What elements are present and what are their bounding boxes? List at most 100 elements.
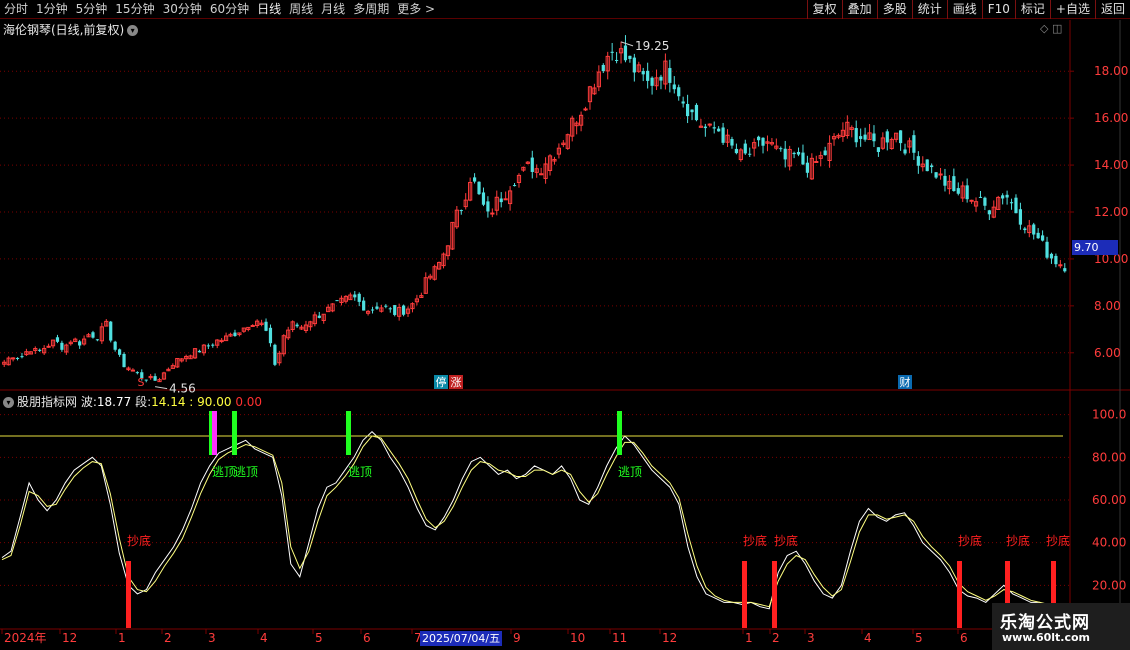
candle-body: [646, 70, 650, 81]
candle-body: [805, 162, 810, 173]
candle-body: [211, 344, 215, 346]
price-tick-label: 18.00: [1094, 64, 1128, 78]
bottom-buy-bar: [126, 561, 131, 628]
candle-body: [78, 341, 82, 346]
candle-body: [721, 127, 725, 143]
candle-body: [650, 77, 654, 86]
candle-body: [952, 176, 956, 192]
bo-label: 波:: [80, 395, 97, 409]
candle-body: [55, 337, 60, 342]
candle-body: [335, 300, 339, 302]
date-tick-label: 3: [208, 631, 216, 645]
candle-body: [144, 379, 148, 381]
chart-markers: 19.254.56S 停涨财: [138, 39, 912, 396]
chart-canvas[interactable]: 逃顶逃顶 逃顶 逃顶抄底 抄底 抄底 抄底 抄底 抄底 18.0016.0014.0012.0…: [0, 0, 1130, 650]
chevron-down-icon[interactable]: ▾: [3, 397, 14, 408]
candle-body: [938, 173, 943, 176]
date-tick-label: 9: [513, 631, 521, 645]
indicator-name: 股朋指标网: [17, 395, 78, 409]
candle-body: [863, 134, 867, 140]
panel-toggle-icon[interactable]: ◫: [1052, 22, 1062, 35]
candle-body: [792, 152, 796, 155]
date-tick-label: 12: [662, 631, 677, 645]
candle-body: [459, 210, 463, 212]
grid-lines: [0, 20, 1130, 650]
indicator-line: [1, 431, 1068, 610]
bottom-buy-bar: [772, 561, 777, 628]
candle-body: [264, 321, 268, 331]
panel-controls: ◇ ◫: [1040, 22, 1062, 35]
diamond-icon[interactable]: ◇: [1040, 22, 1048, 35]
candlestick-series: [2, 35, 1067, 383]
candle-body: [375, 306, 379, 309]
escape-top-label: 逃顶: [618, 465, 642, 479]
candle-body: [876, 147, 881, 152]
candle-body: [610, 51, 614, 53]
candle-body: [1063, 268, 1067, 272]
candle-body: [153, 376, 157, 381]
escape-top-bar: [232, 411, 237, 455]
candle-body: [1014, 197, 1018, 214]
candle-body: [783, 148, 787, 160]
candle-body: [703, 126, 707, 129]
candle-body: [1058, 264, 1063, 267]
candle-body: [1036, 232, 1040, 239]
date-tick-label: 5: [315, 631, 323, 645]
candle-body: [362, 300, 366, 311]
candle-body: [113, 341, 117, 350]
axis-labels: 18.00 16.00 14.00 12.00 1 0.00 8.00 6.00 100.0 80…: [1, 64, 1128, 645]
candle-body: [730, 138, 734, 146]
candle-body: [512, 185, 517, 187]
candle-body: [659, 76, 663, 81]
candle-body: [1049, 253, 1054, 259]
bottom-buy-label: 抄底: [1046, 533, 1070, 548]
candle-body: [872, 133, 876, 142]
cursor-date-tag: 2025/07/04/五: [420, 631, 503, 646]
candle-body: [916, 156, 920, 166]
bo-value: 18.77: [96, 395, 132, 409]
chart-title[interactable]: 海伦钢琴(日线,前复权) ▾: [3, 21, 139, 38]
candle-body: [677, 87, 681, 97]
indicator-tick-label: 80.00: [1092, 450, 1126, 464]
candle-body: [539, 173, 544, 176]
candle-body: [583, 108, 588, 111]
candle-body: [353, 294, 357, 298]
candle-body: [685, 103, 690, 117]
candle-body: [109, 321, 113, 341]
candle-body: [1040, 235, 1045, 241]
bottom-buy-label: 抄底: [127, 533, 151, 548]
candle-body: [91, 332, 95, 338]
event-marker: 停: [436, 375, 447, 389]
price-tick-label: 6.00: [1094, 346, 1121, 360]
candle-body: [503, 198, 508, 201]
candle-body: [712, 127, 716, 129]
candle-body: [779, 148, 783, 150]
candle-body: [95, 339, 100, 341]
candle-body: [672, 84, 676, 90]
candle-body: [481, 192, 486, 205]
candle-body: [206, 345, 210, 347]
indicator-tick-label: 60.00: [1092, 493, 1126, 507]
candle-body: [197, 350, 202, 353]
candle-body: [801, 152, 805, 165]
candle-body: [912, 135, 916, 153]
candle-body: [1001, 195, 1005, 199]
chevron-down-icon[interactable]: ▾: [127, 25, 139, 36]
date-tick-label: 2: [772, 631, 780, 645]
candle-body: [268, 327, 273, 344]
price-tick-label: 12.00: [1094, 205, 1128, 219]
candle-body: [854, 128, 858, 143]
candle-body: [743, 143, 747, 154]
candle-body: [934, 172, 938, 178]
candle-body: [295, 324, 299, 327]
bottom-buy-bar: [957, 561, 962, 628]
candle-body: [930, 165, 934, 168]
duan-value: 14.14 : 90.00: [151, 395, 232, 409]
indicator-title[interactable]: ▾ 股朋指标网 波:18.77 段:14.14 : 90.00 0.00: [3, 393, 262, 410]
candle-body: [898, 130, 903, 144]
candle-body: [233, 332, 237, 337]
candle-body: [694, 104, 699, 121]
candle-body: [690, 109, 694, 113]
candle-body: [925, 159, 929, 172]
candle-body: [987, 210, 991, 215]
